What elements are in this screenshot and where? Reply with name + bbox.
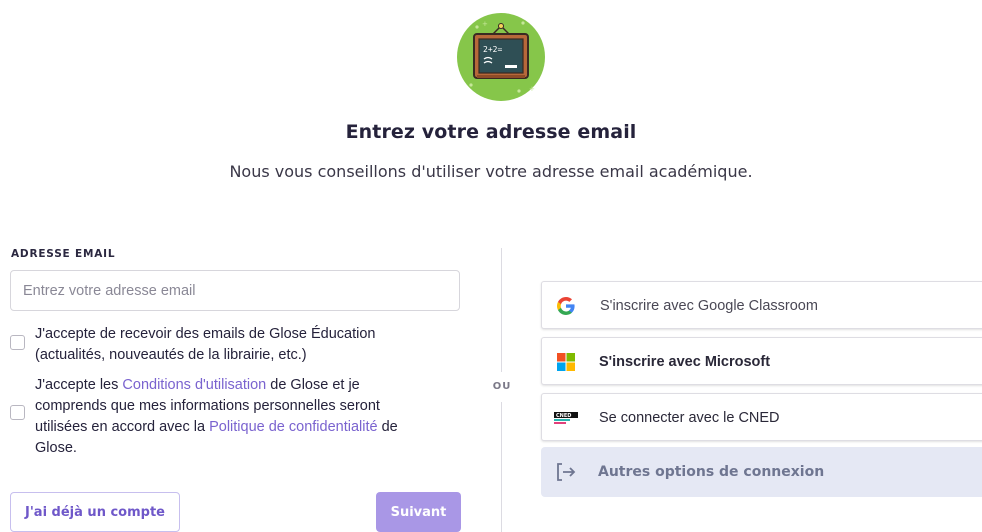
svg-text:+: + [529, 85, 535, 93]
separator-label: OU [492, 381, 512, 392]
cned-icon: CNED [554, 412, 578, 424]
microsoft-button[interactable]: S'inscrire avec Microsoft [541, 337, 982, 385]
terms-text-part1: J'accepte les [35, 377, 123, 393]
svg-text:+: + [482, 20, 488, 28]
newsletter-consent-text: J'accepte de recevoir des emails de Glos… [35, 326, 376, 363]
cned-button[interactable]: CNED Se connecter avec le CNED [541, 393, 982, 441]
google-icon [557, 297, 575, 315]
terms-of-use-link[interactable]: Conditions d'utilisation [122, 377, 266, 393]
other-options-label: Autres options de connexion [598, 464, 825, 480]
google-classroom-button[interactable]: S'inscrire avec Google Classroom [541, 281, 982, 329]
cned-label: Se connecter avec le CNED [599, 410, 780, 426]
google-classroom-label: S'inscrire avec Google Classroom [600, 298, 818, 314]
sign-in-icon [557, 463, 576, 481]
page-subtitle: Nous vous conseillons d'utiliser votre a… [229, 162, 753, 181]
email-label: ADRESSE EMAIL [11, 248, 116, 260]
microsoft-label: S'inscrire avec Microsoft [599, 354, 771, 370]
newsletter-checkbox[interactable] [10, 335, 25, 350]
terms-consent-text: J'accepte les Conditions d'utilisation d… [35, 375, 435, 459]
svg-text:CNED: CNED [556, 413, 571, 419]
terms-checkbox[interactable] [10, 405, 25, 420]
microsoft-icon [557, 353, 575, 371]
page-title: Entrez votre adresse email [345, 121, 637, 143]
other-options-button[interactable]: Autres options de connexion [541, 447, 982, 497]
email-input[interactable] [10, 270, 460, 311]
chalkboard-logo: + + 2+2= [457, 13, 545, 101]
separator-line-bottom [501, 402, 502, 532]
next-button[interactable]: Suivant [376, 492, 461, 532]
chalkboard-icon: + + 2+2= [457, 13, 545, 101]
privacy-policy-link[interactable]: Politique de confidentialité [209, 419, 377, 435]
svg-text:2+2=: 2+2= [483, 45, 502, 54]
separator-line-top [501, 248, 502, 372]
existing-account-button[interactable]: J'ai déjà un compte [10, 492, 180, 532]
